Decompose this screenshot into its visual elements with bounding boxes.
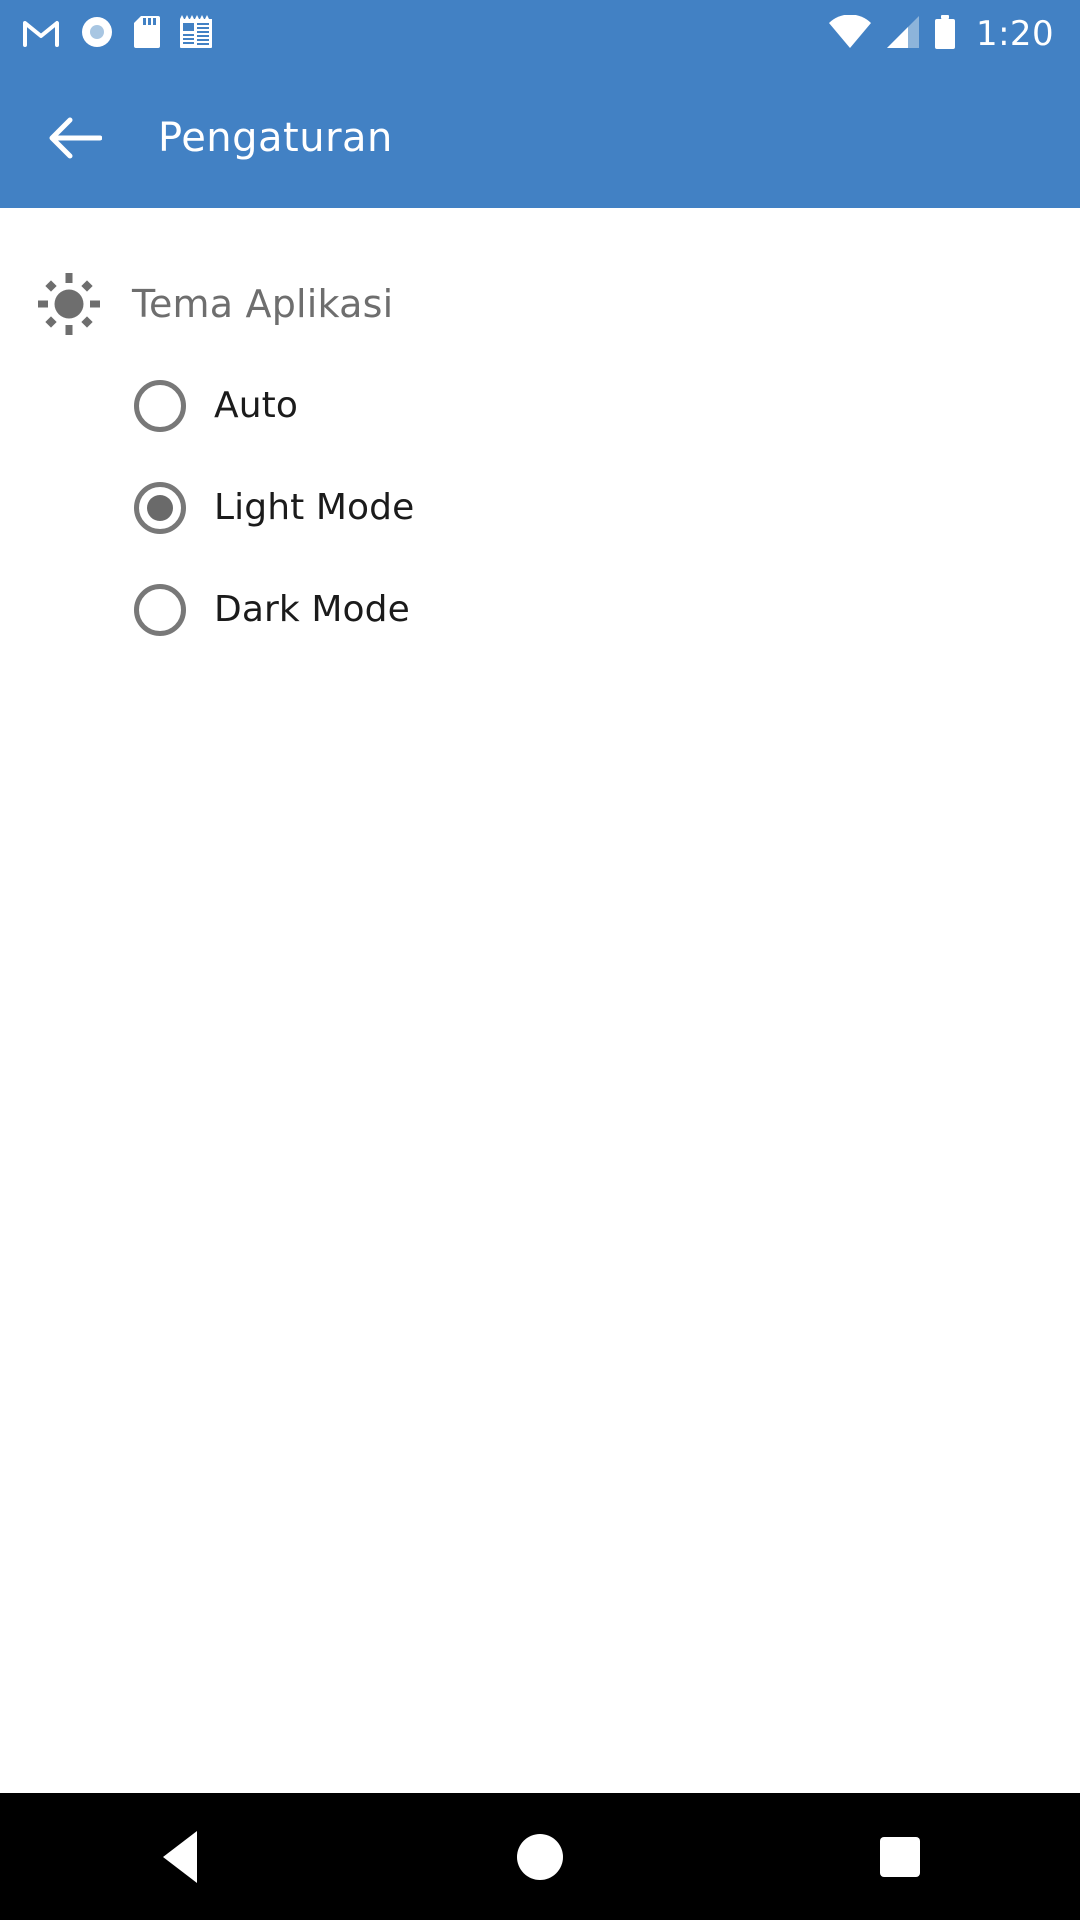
radio-option-dark-mode[interactable]: Dark Mode xyxy=(134,578,410,642)
page-title: Pengaturan xyxy=(158,115,393,161)
theme-radio-group: Auto Light Mode Dark Mode xyxy=(0,374,1080,642)
status-bar-notification-icons xyxy=(22,15,212,53)
android-navigation-bar xyxy=(0,1793,1080,1920)
back-arrow-icon xyxy=(49,117,102,159)
battery-icon xyxy=(934,15,956,53)
app-bar: Pengaturan xyxy=(0,68,1080,208)
circle-home-icon xyxy=(517,1833,563,1880)
radio-label-light-mode: Light Mode xyxy=(214,487,415,528)
status-bar-system-icons: 1:20 xyxy=(828,14,1054,54)
settings-content: Tema Aplikasi Auto Light Mode Dark Mode xyxy=(0,208,1080,1793)
radio-label-dark-mode: Dark Mode xyxy=(214,589,410,630)
nav-home-button[interactable] xyxy=(450,1793,630,1920)
triangle-back-icon xyxy=(163,1830,197,1883)
wifi-icon xyxy=(828,14,872,53)
nav-recents-button[interactable] xyxy=(810,1793,990,1920)
gmail-icon xyxy=(22,17,60,51)
theme-section-title: Tema Aplikasi xyxy=(132,282,394,326)
status-bar-clock: 1:20 xyxy=(976,14,1054,54)
radio-label-auto: Auto xyxy=(214,385,298,426)
sun-brightness-icon xyxy=(36,271,102,337)
sd-card-icon xyxy=(134,15,160,53)
status-bar: 1:20 xyxy=(0,0,1080,68)
nav-back-button[interactable] xyxy=(90,1793,270,1920)
radio-button-auto[interactable] xyxy=(134,380,186,432)
radio-button-dark-mode[interactable] xyxy=(134,584,186,636)
radio-option-auto[interactable]: Auto xyxy=(134,374,298,438)
radio-button-light-mode[interactable] xyxy=(134,482,186,534)
record-icon xyxy=(80,15,114,53)
phone-screen: 1:20 Pengaturan Tema Aplikasi Auto Light… xyxy=(0,0,1080,1920)
radio-inner-dot xyxy=(147,495,173,521)
cellular-signal-icon xyxy=(886,15,920,53)
back-button[interactable] xyxy=(44,107,106,169)
news-icon xyxy=(180,15,212,53)
theme-section-header: Tema Aplikasi xyxy=(0,260,1080,348)
radio-option-light-mode[interactable]: Light Mode xyxy=(134,476,414,540)
square-recents-icon xyxy=(880,1836,920,1877)
